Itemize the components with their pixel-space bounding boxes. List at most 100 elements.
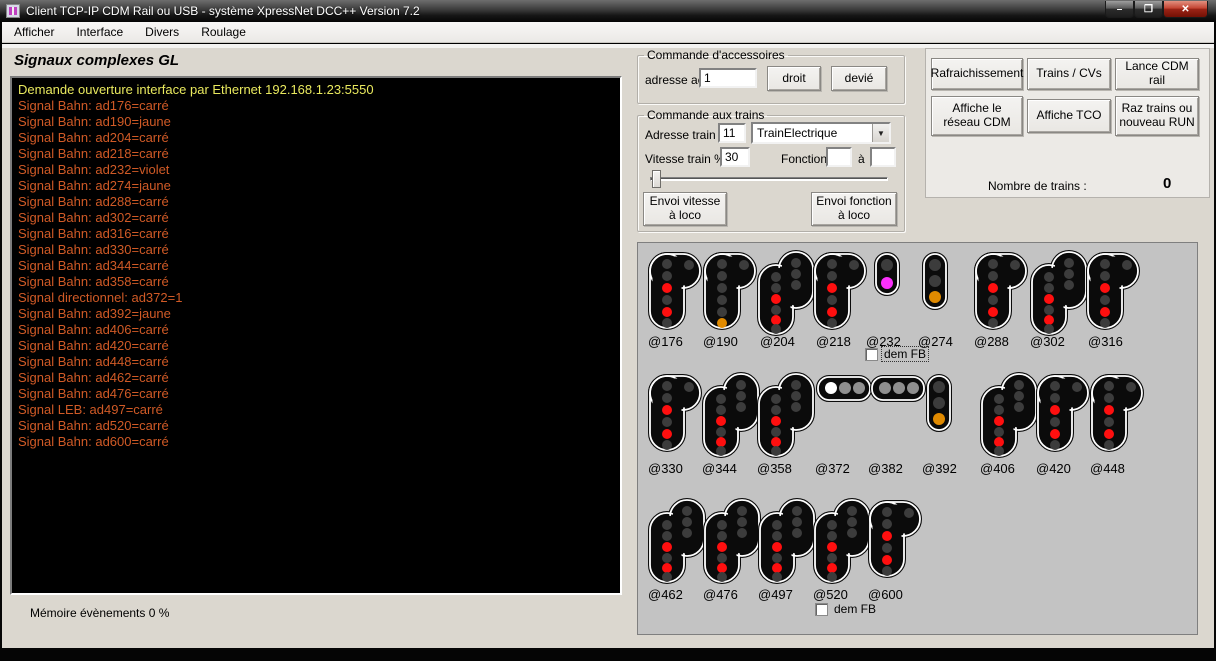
lamp-dark — [791, 269, 801, 279]
lamp-dark — [717, 307, 727, 317]
signal-448[interactable] — [1090, 374, 1144, 457]
lamp-dark — [847, 528, 857, 538]
menu-item-afficher[interactable]: Afficher — [4, 23, 64, 41]
dem-fb-checkbox-1[interactable]: dem FB — [865, 347, 928, 361]
signal-274[interactable] — [922, 252, 948, 315]
console-line: Signal Bahn: ad190=jaune — [18, 114, 618, 130]
lamp-red — [882, 555, 892, 565]
signal-476[interactable] — [703, 498, 761, 589]
lamp-dark — [716, 394, 726, 404]
action-button-1[interactable]: Rafraichissement — [931, 58, 1023, 90]
signal-302[interactable] — [1030, 250, 1088, 341]
speed-label: Vitesse train % — [645, 152, 725, 166]
lamp-dark — [717, 259, 727, 269]
a-label: à — [858, 152, 865, 166]
lamp-dark — [994, 446, 1004, 456]
send-speed-button[interactable]: Envoi vitesse à loco — [643, 192, 727, 226]
signal-462[interactable] — [648, 498, 706, 589]
signal-176[interactable] — [648, 252, 702, 335]
maximize-button[interactable]: ❐ — [1134, 1, 1163, 18]
action-button-5[interactable]: Affiche TCO — [1027, 99, 1111, 133]
lamp-dark — [1104, 381, 1114, 391]
lamp-dark — [827, 271, 837, 281]
lamp-dark — [929, 275, 941, 287]
dem-fb-label: dem FB — [832, 602, 878, 616]
signal-330[interactable] — [648, 374, 702, 457]
lamp-red — [882, 531, 892, 541]
chevron-down-icon[interactable]: ▼ — [872, 124, 889, 142]
function-to-input[interactable] — [870, 147, 896, 167]
signal-204[interactable] — [757, 250, 815, 341]
lamp-dark — [662, 259, 672, 269]
lamp-gray — [879, 382, 891, 394]
signal-406[interactable] — [980, 372, 1038, 463]
lamp-dark — [1014, 402, 1024, 412]
action-button-2[interactable]: Trains / CVs — [1027, 58, 1111, 90]
checkbox-icon[interactable] — [865, 348, 878, 361]
signal-358[interactable] — [757, 372, 815, 463]
signal-344[interactable] — [702, 372, 760, 463]
title-bar: Client TCP-IP CDM Rail ou USB - système … — [0, 0, 1216, 22]
signal-392[interactable] — [926, 374, 952, 437]
lamp-dark — [682, 506, 692, 516]
train-select[interactable]: TrainElectrique ▼ — [751, 122, 891, 144]
console[interactable]: Demande ouverture interface par Ethernet… — [10, 76, 622, 595]
lamp-red — [1044, 294, 1054, 304]
lamp-dark — [662, 318, 672, 328]
droit-button[interactable]: droit — [767, 66, 821, 91]
minimize-button[interactable]: – — [1105, 1, 1134, 18]
lamp-red — [717, 563, 727, 573]
signal-218[interactable] — [813, 252, 867, 335]
signal-382[interactable] — [870, 375, 926, 407]
signal-288[interactable] — [974, 252, 1028, 335]
checkbox-icon[interactable] — [815, 603, 828, 616]
lamp-dark — [791, 402, 801, 412]
lamp-dark — [1050, 393, 1060, 403]
dem-fb-checkbox-2[interactable]: dem FB — [815, 602, 878, 616]
accessory-address-input[interactable] — [699, 68, 757, 88]
menu-item-interface[interactable]: Interface — [66, 23, 133, 41]
speed-input[interactable] — [720, 147, 750, 167]
lamp-dark — [827, 259, 837, 269]
action-button-6[interactable]: Raz trains ou nouveau RUN — [1115, 96, 1199, 136]
menu-item-roulage[interactable]: Roulage — [191, 23, 256, 41]
signal-316[interactable] — [1086, 252, 1140, 335]
signal-label-302: @302 — [1030, 334, 1065, 349]
signal-600[interactable] — [868, 500, 922, 583]
console-line: Signal Bahn: ad274=jaune — [18, 178, 618, 194]
action-button-4[interactable]: Affiche le réseau CDM — [931, 96, 1023, 136]
lamp-dark — [736, 391, 746, 401]
speed-slider-thumb[interactable] — [652, 170, 661, 188]
lamp-red — [994, 437, 1004, 447]
signal-520[interactable] — [813, 498, 871, 589]
console-line: Signal Bahn: ad462=carré — [18, 370, 618, 386]
lamp-dark — [771, 394, 781, 404]
lamp-dark — [792, 506, 802, 516]
action-button-3[interactable]: Lance CDM rail — [1115, 58, 1199, 90]
speed-slider-track[interactable] — [650, 177, 888, 181]
app-icon — [6, 4, 20, 18]
function-from-input[interactable] — [826, 147, 852, 167]
trains-group-title: Commande aux trains — [644, 108, 767, 122]
lamp-red — [1050, 429, 1060, 439]
signal-372[interactable] — [816, 375, 872, 407]
signal-497[interactable] — [758, 498, 816, 589]
train-count-value: 0 — [1163, 175, 1171, 192]
lamp-dark — [662, 572, 672, 582]
send-function-button[interactable]: Envoi fonction à loco — [811, 192, 897, 226]
devie-button[interactable]: devié — [831, 66, 887, 91]
lamp-dark — [716, 405, 726, 415]
lamp-dark — [904, 508, 914, 518]
close-button[interactable]: ✕ — [1163, 1, 1208, 18]
signal-232[interactable] — [874, 252, 900, 301]
lamp-dark — [933, 397, 945, 409]
console-line: Signal Bahn: ad420=carré — [18, 338, 618, 354]
lamp-red — [988, 283, 998, 293]
signal-190[interactable] — [703, 252, 757, 335]
signal-420[interactable] — [1036, 374, 1090, 457]
train-address-input[interactable] — [718, 123, 746, 143]
lamp-dark — [737, 528, 747, 538]
lamp-red — [827, 283, 837, 293]
menu-item-divers[interactable]: Divers — [135, 23, 189, 41]
train-select-value: TrainElectrique — [753, 126, 872, 140]
